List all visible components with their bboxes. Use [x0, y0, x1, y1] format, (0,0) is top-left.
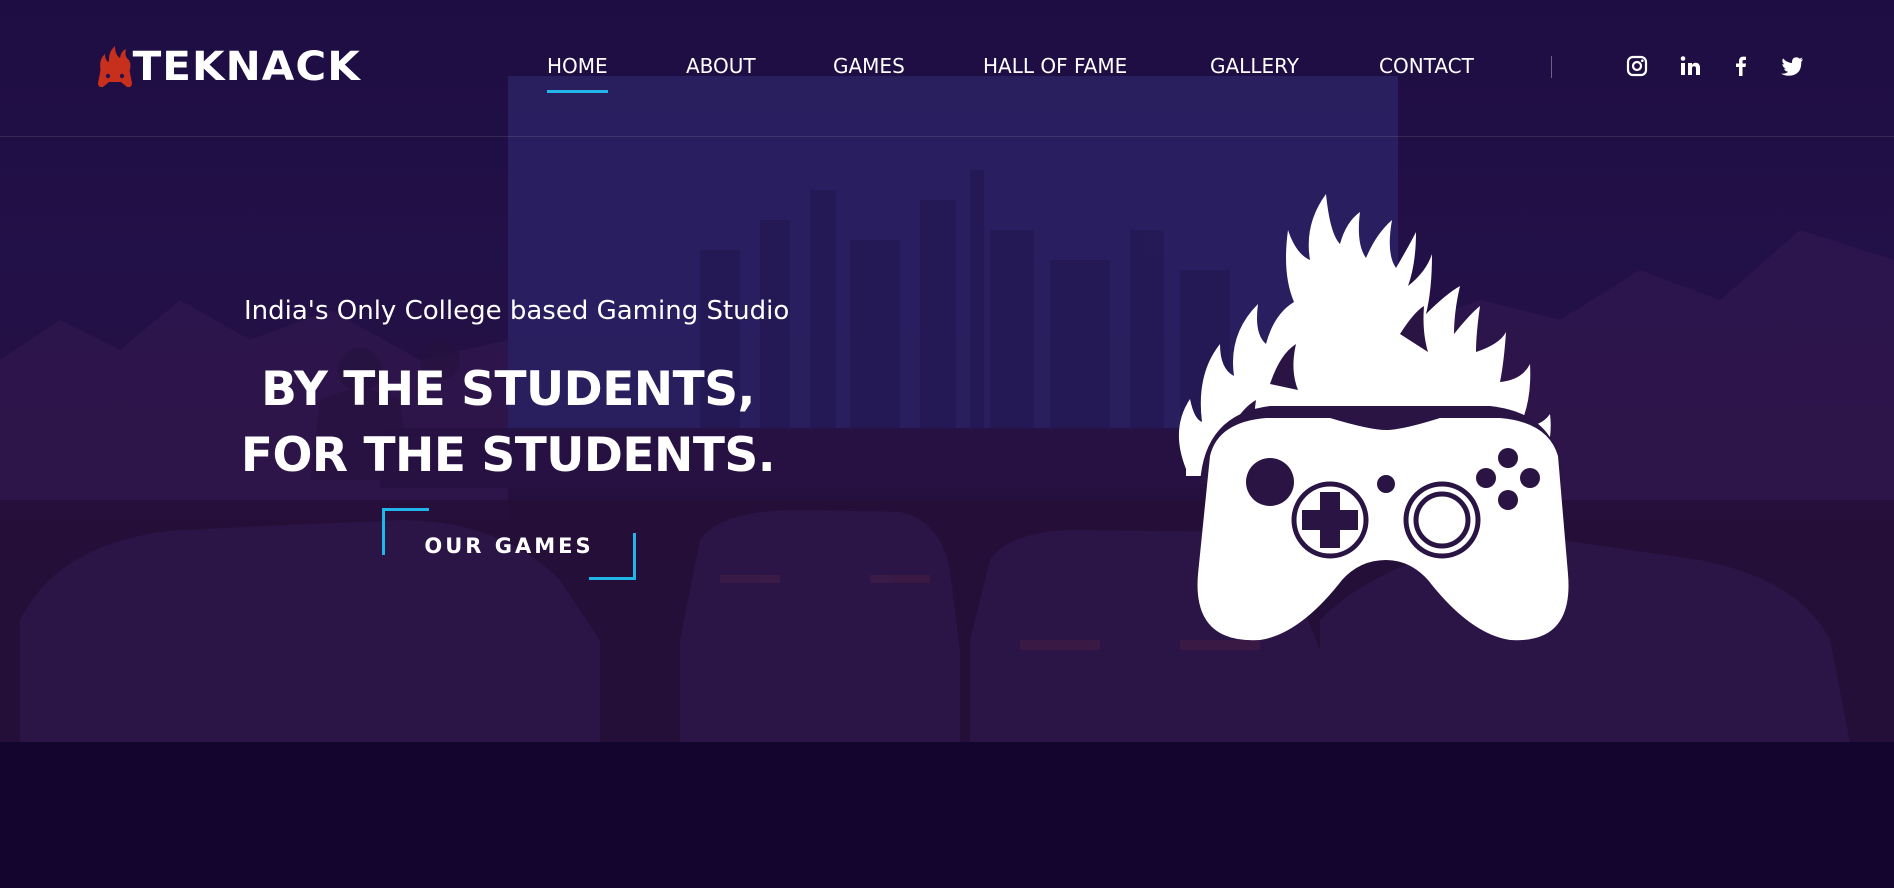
hero-section: TEKNACK HOME ABOUT GAMES HALL OF FAME GA…: [0, 0, 1894, 742]
our-games-button[interactable]: OUR GAMES: [382, 508, 636, 580]
hero-headline-line-1: BY THE STUDENTS,: [261, 362, 755, 417]
hero-tagline: India's Only College based Gaming Studio: [244, 296, 790, 326]
logo[interactable]: TEKNACK: [96, 44, 360, 90]
nav-home[interactable]: HOME: [547, 54, 608, 93]
nav-contact[interactable]: CONTACT: [1379, 54, 1474, 78]
page-footer-band: [0, 742, 1894, 888]
linkedin-icon[interactable]: [1678, 54, 1702, 78]
logo-text: TEKNACK: [132, 44, 361, 90]
nav-games[interactable]: GAMES: [833, 54, 905, 78]
hero-headline-line-2: FOR THE STUDENTS.: [240, 428, 776, 483]
cta-label: OUR GAMES: [424, 534, 594, 558]
facebook-icon[interactable]: [1729, 54, 1753, 78]
flaming-gamepad-icon: [1178, 194, 1569, 641]
twitter-icon[interactable]: [1780, 54, 1804, 78]
site-header: TEKNACK HOME ABOUT GAMES HALL OF FAME GA…: [0, 0, 1894, 137]
nav-gallery[interactable]: GALLERY: [1210, 54, 1299, 78]
nav-divider: [1551, 56, 1552, 78]
nav-hall-of-fame[interactable]: HALL OF FAME: [983, 54, 1127, 78]
instagram-icon[interactable]: [1625, 54, 1649, 78]
flaming-controller-logo-icon: [98, 46, 132, 88]
nav-about[interactable]: ABOUT: [686, 54, 756, 78]
